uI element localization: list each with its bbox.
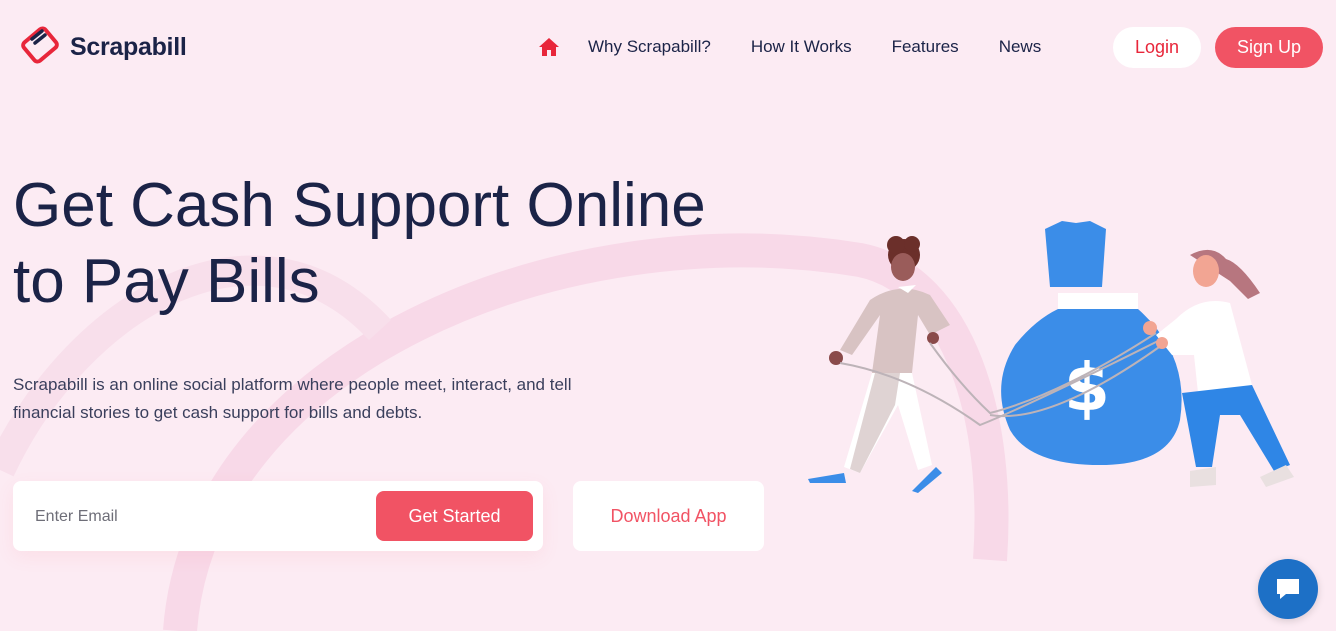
main-nav: Why Scrapabill? How It Works Features Ne… bbox=[530, 28, 1081, 66]
hero-illustration: $ bbox=[808, 221, 1294, 493]
man-figure bbox=[808, 236, 950, 493]
home-icon bbox=[539, 38, 559, 56]
nav-link-how-it-works[interactable]: How It Works bbox=[751, 28, 852, 66]
hero-title-line-2: to Pay Bills bbox=[13, 247, 320, 316]
login-button[interactable]: Login bbox=[1113, 27, 1201, 68]
email-input[interactable] bbox=[33, 503, 367, 531]
signup-button[interactable]: Sign Up bbox=[1215, 27, 1323, 68]
dollar-sign: $ bbox=[1064, 349, 1110, 426]
hero-title: Get Cash Support Online to Pay Bills bbox=[13, 168, 793, 320]
hero-subtitle: Scrapabill is an online social platform … bbox=[13, 371, 633, 427]
brand-logo[interactable]: Scrapabill bbox=[20, 25, 187, 69]
hero-subtitle-line-2: financial stories to get cash support fo… bbox=[13, 403, 423, 422]
email-signup-form: Get Started bbox=[13, 481, 543, 551]
hero-subtitle-line-1: Scrapabill is an online social platform … bbox=[13, 375, 572, 394]
get-started-button[interactable]: Get Started bbox=[376, 491, 533, 541]
nav-home-link[interactable] bbox=[530, 28, 568, 66]
chat-bubble-icon bbox=[1277, 579, 1299, 599]
download-app-button[interactable]: Download App bbox=[573, 481, 764, 551]
brand-name: Scrapabill bbox=[70, 32, 187, 61]
card-logo-icon bbox=[21, 26, 59, 64]
nav-link-news[interactable]: News bbox=[999, 28, 1042, 66]
nav-link-why-scrapabill[interactable]: Why Scrapabill? bbox=[588, 28, 711, 66]
nav-link-features[interactable]: Features bbox=[892, 28, 959, 66]
chat-button[interactable] bbox=[1258, 559, 1318, 619]
hero-title-line-1: Get Cash Support Online bbox=[13, 171, 706, 240]
